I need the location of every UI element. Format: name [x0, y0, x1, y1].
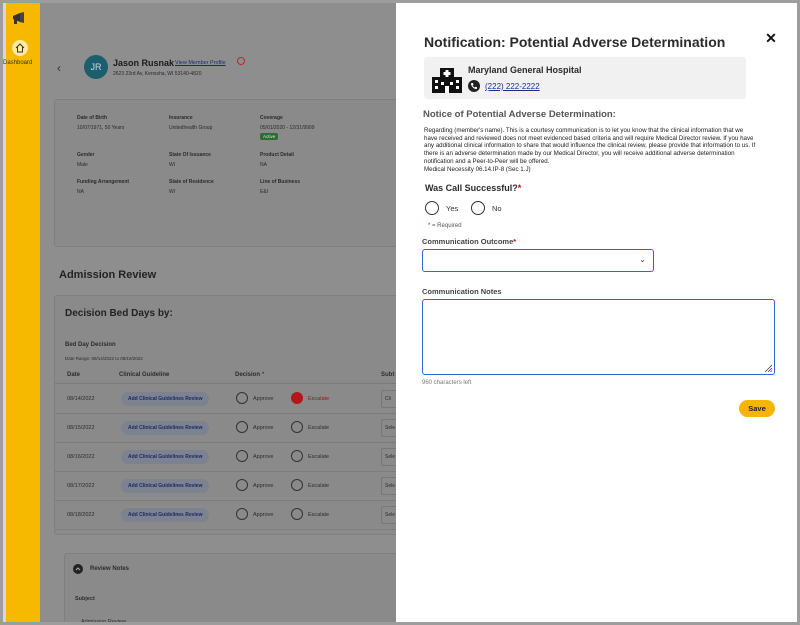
- gender-field: Gender Male: [77, 152, 95, 168]
- approve-label[interactable]: Approve: [253, 396, 274, 402]
- funding-field: Funding Arrangement NA: [77, 179, 130, 195]
- add-guidelines-button[interactable]: Add Clinical Guidelines Review: [121, 450, 210, 464]
- resize-grip-icon[interactable]: [764, 364, 772, 372]
- table-header: Date Clinical Guideline Decision * Subt: [55, 368, 415, 384]
- row-date: 08/14/2022: [67, 396, 95, 402]
- call-success-question: Was Call Successful?*: [425, 183, 522, 193]
- close-icon[interactable]: ✕: [765, 30, 777, 46]
- add-guidelines-button[interactable]: Add Clinical Guidelines Review: [121, 392, 210, 406]
- product-field: Product Detail NA: [260, 152, 294, 168]
- row-date: 08/18/2022: [67, 512, 95, 518]
- decision-title: Decision Bed Days by:: [65, 308, 173, 319]
- escalate-label[interactable]: Escalate: [308, 483, 329, 489]
- insurance-field: Insurance Unitedhealth Group: [169, 115, 213, 131]
- escalate-label[interactable]: Escalate: [308, 425, 329, 431]
- escalate-label[interactable]: Escalate: [308, 396, 329, 402]
- admission-review-title: Admission Review: [59, 269, 157, 281]
- bullhorn-icon[interactable]: [11, 11, 27, 25]
- view-member-profile-link[interactable]: View Member Profile: [175, 60, 226, 66]
- avatar: JR: [84, 55, 108, 79]
- member-name: Jason Rusnak: [113, 58, 175, 68]
- chars-left-counter: 960 characters left: [422, 380, 472, 386]
- radio-no-label[interactable]: No: [492, 204, 502, 213]
- escalate-label[interactable]: Escalate: [308, 512, 329, 518]
- modal-title: Notification: Potential Adverse Determin…: [424, 34, 726, 50]
- date-range: Date Range: 08/14/2022 to 08/19/2022: [65, 356, 143, 361]
- table-row: 08/16/2022 Add Clinical Guidelines Review…: [55, 443, 415, 472]
- approve-radio[interactable]: [236, 479, 248, 491]
- hospital-phone-link[interactable]: (222) 222-2222: [485, 82, 540, 91]
- table-row: 08/17/2022 Add Clinical Guidelines Review…: [55, 472, 415, 501]
- escalate-radio[interactable]: [291, 421, 303, 433]
- collapse-icon[interactable]: [73, 564, 83, 574]
- notice-reference: Medical Necessity 06.14.IP-8 (Sec 1.J): [424, 165, 531, 173]
- sidebar-item-label[interactable]: Dashboard: [3, 60, 43, 66]
- approve-radio[interactable]: [236, 508, 248, 520]
- save-button[interactable]: Save: [739, 400, 775, 417]
- approve-label[interactable]: Approve: [253, 483, 274, 489]
- back-arrow-icon[interactable]: ‹: [57, 61, 61, 75]
- dob-field: Date of Birth 10/07/1971, 50 Years: [77, 115, 125, 131]
- communication-notes-field[interactable]: [422, 299, 775, 375]
- app-frame: Dashboard ‹ JR Jason Rusnak View Member …: [0, 0, 800, 625]
- review-notes-title: Review Notes: [90, 566, 130, 572]
- hospital-card: Maryland General Hospital (222) 222-2222: [424, 57, 746, 99]
- escalate-radio[interactable]: [291, 479, 303, 491]
- subject-value: Admission Review: [81, 619, 126, 625]
- residence-field: State of Residence WI: [169, 179, 214, 195]
- approve-radio[interactable]: [236, 392, 248, 404]
- hospital-icon: [432, 68, 462, 93]
- sidebar-item-dashboard[interactable]: [12, 40, 28, 56]
- phone-icon: [468, 80, 480, 92]
- hospital-name: Maryland General Hospital: [468, 65, 582, 75]
- escalate-label[interactable]: Escalate: [308, 454, 329, 460]
- clock-icon: [237, 57, 245, 65]
- member-address: 2623 23rd Av, Kenosha, WI 53140-4820: [113, 71, 202, 77]
- approve-radio[interactable]: [236, 421, 248, 433]
- decision-card: Decision Bed Days by: Bed Day Decision D…: [54, 295, 415, 535]
- lob-field: Line of Business E&I: [260, 179, 301, 195]
- add-guidelines-button[interactable]: Add Clinical Guidelines Review: [121, 479, 210, 493]
- approve-label[interactable]: Approve: [253, 454, 274, 460]
- sidebar-edge: [3, 3, 6, 622]
- approve-label[interactable]: Approve: [253, 512, 274, 518]
- radio-no[interactable]: [471, 201, 485, 215]
- approve-radio[interactable]: [236, 450, 248, 462]
- table-row: 08/15/2022 Add Clinical Guidelines Review…: [55, 414, 415, 443]
- notice-text: Regarding (member's name). This is a cou…: [424, 127, 756, 165]
- communication-notes-label: Communication Notes: [422, 287, 502, 296]
- sidebar: Dashboard: [3, 3, 43, 622]
- radio-yes-label[interactable]: Yes: [446, 204, 458, 213]
- approve-label[interactable]: Approve: [253, 425, 274, 431]
- review-notes-card: Review Notes Subject Admission Review: [64, 553, 398, 625]
- row-date: 08/15/2022: [67, 425, 95, 431]
- escalate-radio[interactable]: [291, 450, 303, 462]
- row-date: 08/16/2022: [67, 454, 95, 460]
- notification-modal: Notification: Potential Adverse Determin…: [396, 3, 797, 622]
- table-row: 08/14/2022 Add Clinical Guidelines Review…: [55, 385, 415, 414]
- required-note: * = Required: [428, 223, 462, 229]
- escalate-radio[interactable]: [291, 392, 303, 404]
- table-row: 08/18/2022 Add Clinical Guidelines Review…: [55, 501, 415, 530]
- home-icon: [15, 43, 25, 53]
- subject-label: Subject: [75, 596, 95, 602]
- member-info-card: Date of Birth 10/07/1971, 50 Years Insura…: [54, 99, 398, 247]
- escalate-radio[interactable]: [291, 508, 303, 520]
- chevron-down-icon[interactable]: ⌄: [639, 255, 646, 264]
- radio-yes[interactable]: [425, 201, 439, 215]
- add-guidelines-button[interactable]: Add Clinical Guidelines Review: [121, 508, 210, 522]
- communication-outcome-label: Communication Outcome*: [422, 237, 517, 246]
- communication-outcome-select[interactable]: ⌄: [422, 249, 654, 272]
- row-date: 08/17/2022: [67, 483, 95, 489]
- notice-title: Notice of Potential Adverse Determinatio…: [423, 109, 616, 120]
- state-issuance-field: State Of Issuance WI: [169, 152, 211, 168]
- notice-body: Regarding (member's name). This is a cou…: [424, 127, 758, 173]
- bed-day-title: Bed Day Decision: [65, 342, 116, 348]
- status-badge: Active: [260, 133, 279, 140]
- add-guidelines-button[interactable]: Add Clinical Guidelines Review: [121, 421, 210, 435]
- coverage-field: Coverage 05/01/2020 - 12/31/9999 Active: [260, 115, 315, 140]
